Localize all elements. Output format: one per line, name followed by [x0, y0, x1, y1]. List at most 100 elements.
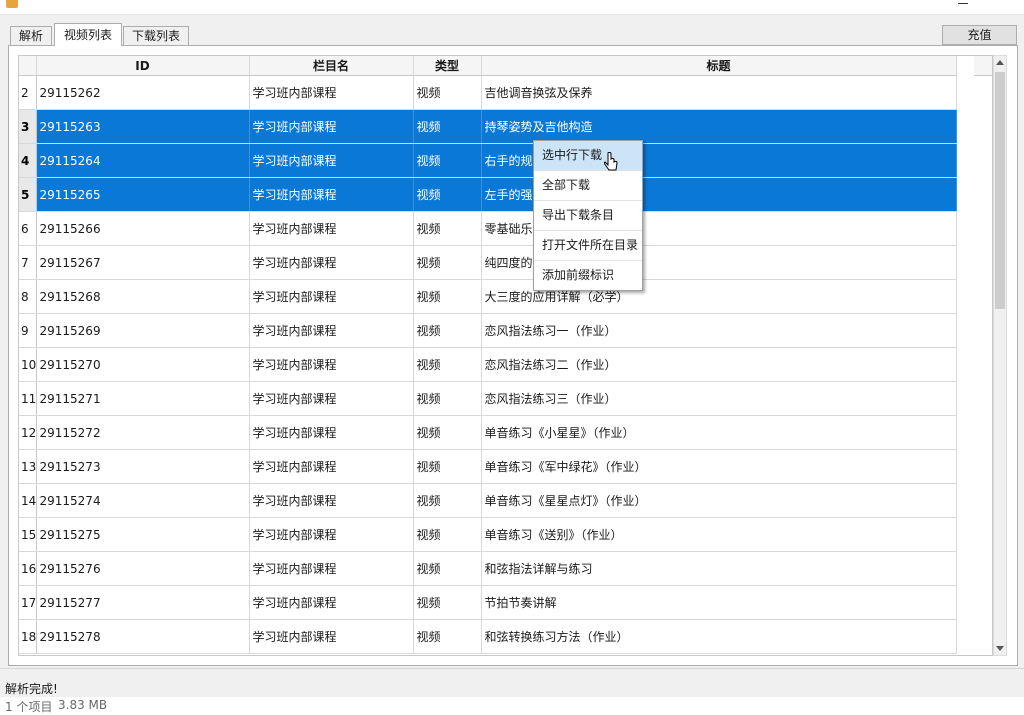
row-number[interactable]: 14 — [19, 483, 37, 518]
table-row[interactable]: 11 29115271 学习班内部课程 视频 恋风指法练习三（作业） — [19, 381, 957, 416]
row-number[interactable]: 11 — [19, 381, 37, 416]
cell-column-name[interactable]: 学习班内部课程 — [249, 517, 414, 552]
menu-item-export-entries[interactable]: 导出下载条目 — [534, 201, 642, 231]
cell-title[interactable]: 和弦指法详解与练习 — [481, 551, 957, 586]
cell-column-name[interactable]: 学习班内部课程 — [249, 313, 414, 348]
cell-id[interactable]: 29115266 — [36, 211, 250, 246]
cell-type[interactable]: 视频 — [413, 517, 482, 552]
cell-title[interactable]: 单音练习《星星点灯》（作业） — [481, 483, 957, 518]
cell-column-name[interactable]: 学习班内部课程 — [249, 347, 414, 382]
cell-type[interactable]: 视频 — [413, 449, 482, 484]
cell-column-name[interactable]: 学习班内部课程 — [249, 619, 414, 654]
column-header-type[interactable]: 类型 — [413, 56, 482, 76]
row-number[interactable]: 16 — [19, 551, 37, 586]
cell-title[interactable]: 恋风指法练习一（作业） — [481, 313, 957, 348]
row-number[interactable]: 3 — [19, 109, 37, 144]
cell-id[interactable]: 29115274 — [36, 483, 250, 518]
cell-id[interactable]: 29115263 — [36, 109, 250, 144]
tab-download-list[interactable]: 下载列表 — [123, 26, 189, 45]
cell-title[interactable]: 单音练习《小星星》（作业） — [481, 415, 957, 450]
row-number[interactable]: 12 — [19, 415, 37, 450]
table-row[interactable]: 15 29115275 学习班内部课程 视频 单音练习《送别》（作业） — [19, 517, 957, 552]
table-row[interactable]: 5 29115265 学习班内部课程 视频 左手的强 — [19, 177, 957, 212]
cell-column-name[interactable]: 学习班内部课程 — [249, 245, 414, 280]
cell-type[interactable]: 视频 — [413, 245, 482, 280]
cell-type[interactable]: 视频 — [413, 381, 482, 416]
cell-type[interactable]: 视频 — [413, 143, 482, 178]
table-row[interactable]: 3 29115263 学习班内部课程 视频 持琴姿势及吉他构造 — [19, 109, 957, 144]
table-row[interactable]: 12 29115272 学习班内部课程 视频 单音练习《小星星》（作业） — [19, 415, 957, 450]
cell-id[interactable]: 29115271 — [36, 381, 250, 416]
table-row[interactable]: 4 29115264 学习班内部课程 视频 右手的规 — [19, 143, 957, 178]
table-row[interactable]: 17 29115277 学习班内部课程 视频 节拍节奏讲解 — [19, 585, 957, 620]
cell-title[interactable]: 单音练习《军中绿花》（作业） — [481, 449, 957, 484]
cell-title[interactable]: 恋风指法练习三（作业） — [481, 381, 957, 416]
table-row[interactable]: 8 29115268 学习班内部课程 视频 大三度的应用详解（必学） — [19, 279, 957, 314]
cell-column-name[interactable]: 学习班内部课程 — [249, 211, 414, 246]
cell-type[interactable]: 视频 — [413, 483, 482, 518]
cell-column-name[interactable]: 学习班内部课程 — [249, 177, 414, 212]
scroll-down-arrow-icon[interactable] — [996, 646, 1004, 651]
row-number[interactable]: 4 — [19, 143, 37, 178]
row-number[interactable]: 15 — [19, 517, 37, 552]
cell-title[interactable]: 和弦转换练习方法（作业） — [481, 619, 957, 654]
cell-title[interactable]: 单音练习《送别》（作业） — [481, 517, 957, 552]
cell-id[interactable]: 29115278 — [36, 619, 250, 654]
cell-column-name[interactable]: 学习班内部课程 — [249, 415, 414, 450]
row-number[interactable]: 17 — [19, 585, 37, 620]
cell-type[interactable]: 视频 — [413, 347, 482, 382]
cell-column-name[interactable]: 学习班内部课程 — [249, 381, 414, 416]
table-row[interactable]: 6 29115266 学习班内部课程 视频 零基础乐 — [19, 211, 957, 246]
cell-id[interactable]: 29115265 — [36, 177, 250, 212]
row-number[interactable]: 9 — [19, 313, 37, 348]
cell-type[interactable]: 视频 — [413, 75, 482, 110]
table-row[interactable]: 14 29115274 学习班内部课程 视频 单音练习《星星点灯》（作业） — [19, 483, 957, 518]
recharge-button[interactable]: 充值 — [942, 25, 1017, 45]
cell-id[interactable]: 29115276 — [36, 551, 250, 586]
row-number[interactable]: 6 — [19, 211, 37, 246]
cell-type[interactable]: 视频 — [413, 415, 482, 450]
cell-type[interactable]: 视频 — [413, 619, 482, 654]
vertical-scrollbar[interactable] — [993, 55, 1007, 656]
table-row[interactable]: 16 29115276 学习班内部课程 视频 和弦指法详解与练习 — [19, 551, 957, 586]
cell-type[interactable]: 视频 — [413, 585, 482, 620]
cell-type[interactable]: 视频 — [413, 313, 482, 348]
tab-video-list[interactable]: 视频列表 — [54, 23, 122, 46]
cell-id[interactable]: 29115270 — [36, 347, 250, 382]
cell-id[interactable]: 29115264 — [36, 143, 250, 178]
cell-id[interactable]: 29115268 — [36, 279, 250, 314]
cell-id[interactable]: 29115262 — [36, 75, 250, 110]
row-number[interactable]: 2 — [19, 75, 37, 110]
cell-column-name[interactable]: 学习班内部课程 — [249, 75, 414, 110]
cell-column-name[interactable]: 学习班内部课程 — [249, 143, 414, 178]
cell-title[interactable]: 持琴姿势及吉他构造 — [481, 109, 957, 144]
cell-title[interactable]: 吉他调音换弦及保养 — [481, 75, 957, 110]
cell-id[interactable]: 29115273 — [36, 449, 250, 484]
cell-id[interactable]: 29115275 — [36, 517, 250, 552]
cell-column-name[interactable]: 学习班内部课程 — [249, 279, 414, 314]
table-row[interactable]: 18 29115278 学习班内部课程 视频 和弦转换练习方法（作业） — [19, 619, 957, 654]
scroll-thumb[interactable] — [995, 72, 1005, 309]
column-header-id[interactable]: ID — [36, 56, 250, 76]
cell-id[interactable]: 29115277 — [36, 585, 250, 620]
table-row[interactable]: 9 29115269 学习班内部课程 视频 恋风指法练习一（作业） — [19, 313, 957, 348]
cell-type[interactable]: 视频 — [413, 279, 482, 314]
menu-item-add-prefix[interactable]: 添加前缀标识 — [534, 261, 642, 291]
row-number[interactable]: 5 — [19, 177, 37, 212]
column-header-column-name[interactable]: 栏目名 — [249, 56, 414, 76]
menu-item-download-all[interactable]: 全部下载 — [534, 171, 642, 201]
cell-id[interactable]: 29115269 — [36, 313, 250, 348]
row-number[interactable]: 7 — [19, 245, 37, 280]
cell-column-name[interactable]: 学习班内部课程 — [249, 449, 414, 484]
cell-column-name[interactable]: 学习班内部课程 — [249, 109, 414, 144]
cell-type[interactable]: 视频 — [413, 551, 482, 586]
menu-item-download-selected[interactable]: 选中行下载 — [534, 141, 642, 171]
scroll-up-arrow-icon[interactable] — [996, 60, 1004, 65]
table-row[interactable]: 2 29115262 学习班内部课程 视频 吉他调音换弦及保养 — [19, 75, 957, 110]
table-row[interactable]: 13 29115273 学习班内部课程 视频 单音练习《军中绿花》（作业） — [19, 449, 957, 484]
cell-type[interactable]: 视频 — [413, 109, 482, 144]
cell-title[interactable]: 恋风指法练习二（作业） — [481, 347, 957, 382]
minimize-icon[interactable] — [958, 3, 968, 4]
cell-type[interactable]: 视频 — [413, 211, 482, 246]
column-header-title[interactable]: 标题 — [481, 56, 957, 76]
